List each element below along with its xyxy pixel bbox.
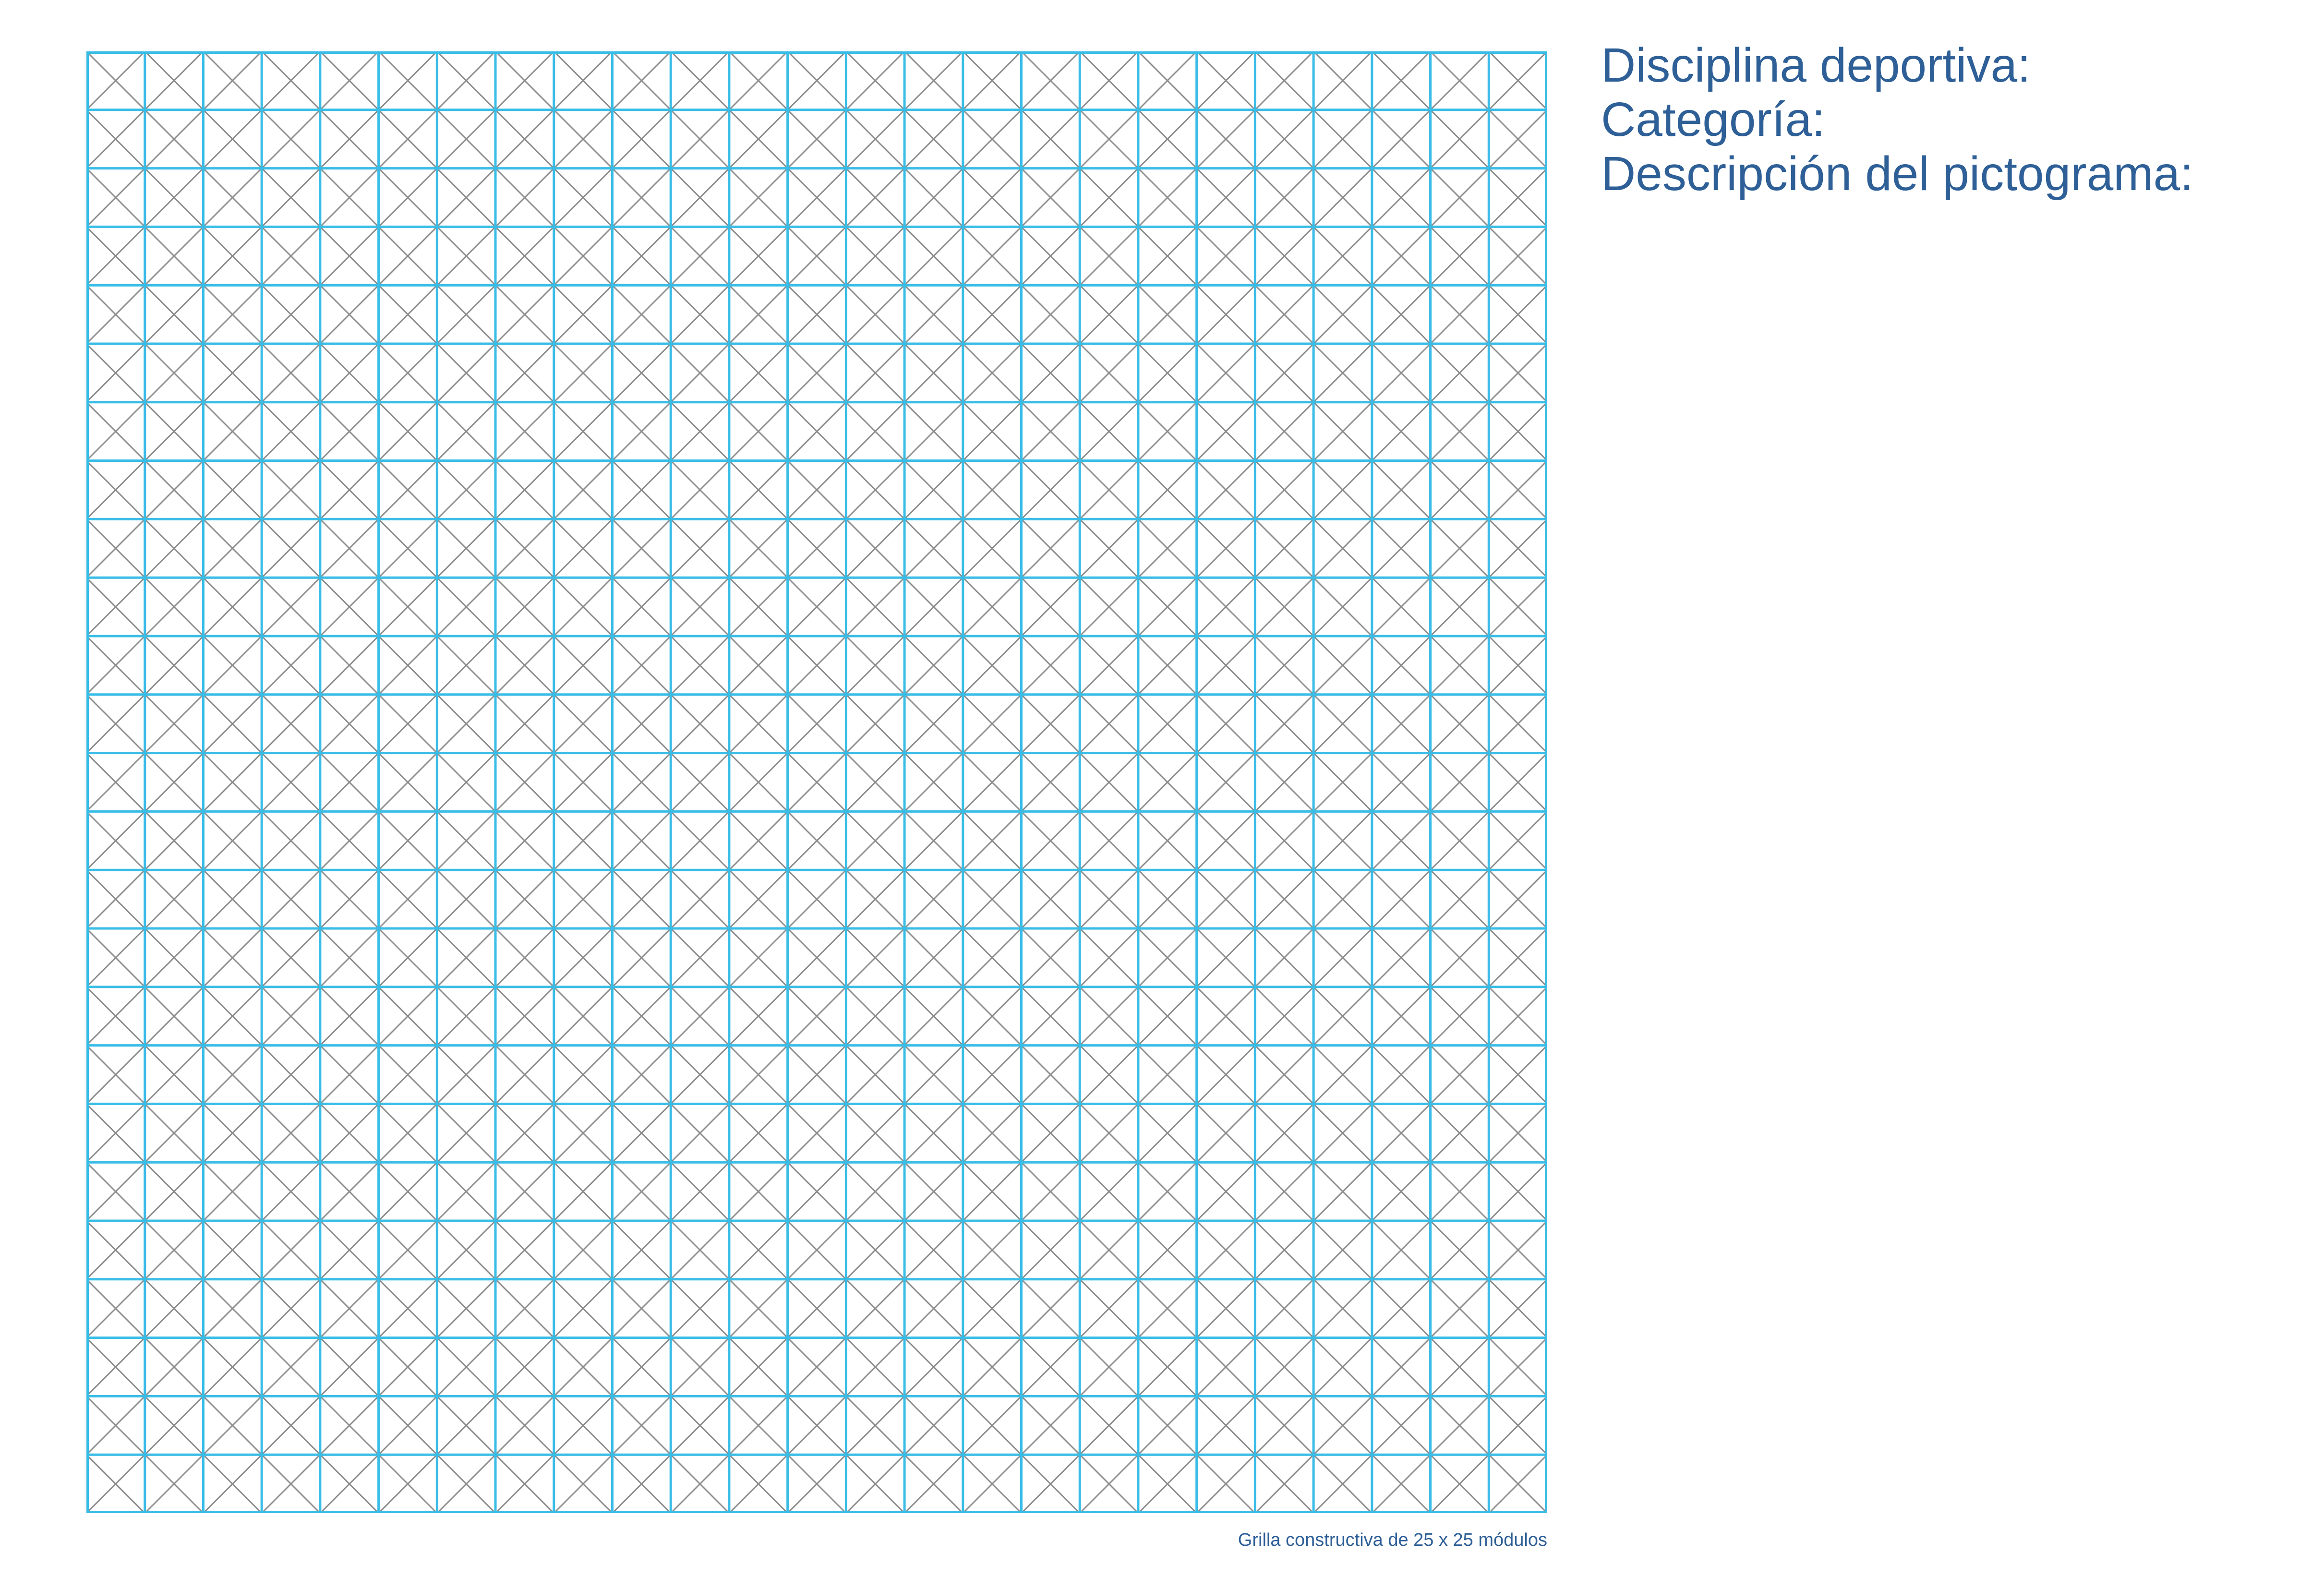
construction-grid-svg [86, 51, 1547, 1513]
construction-grid [86, 51, 1547, 1513]
category-label: Categoría: [1601, 93, 1825, 146]
description-label: Descripción del pictograma: [1601, 147, 2193, 201]
diagonal-lines [86, 51, 1547, 1513]
grid-caption: Grilla constructiva de 25 x 25 módulos [1238, 1530, 1547, 1550]
pictogram-form-labels: Disciplina deportiva: Categoría: Descrip… [1601, 38, 2193, 201]
discipline-label: Disciplina deportiva: [1601, 38, 2031, 92]
